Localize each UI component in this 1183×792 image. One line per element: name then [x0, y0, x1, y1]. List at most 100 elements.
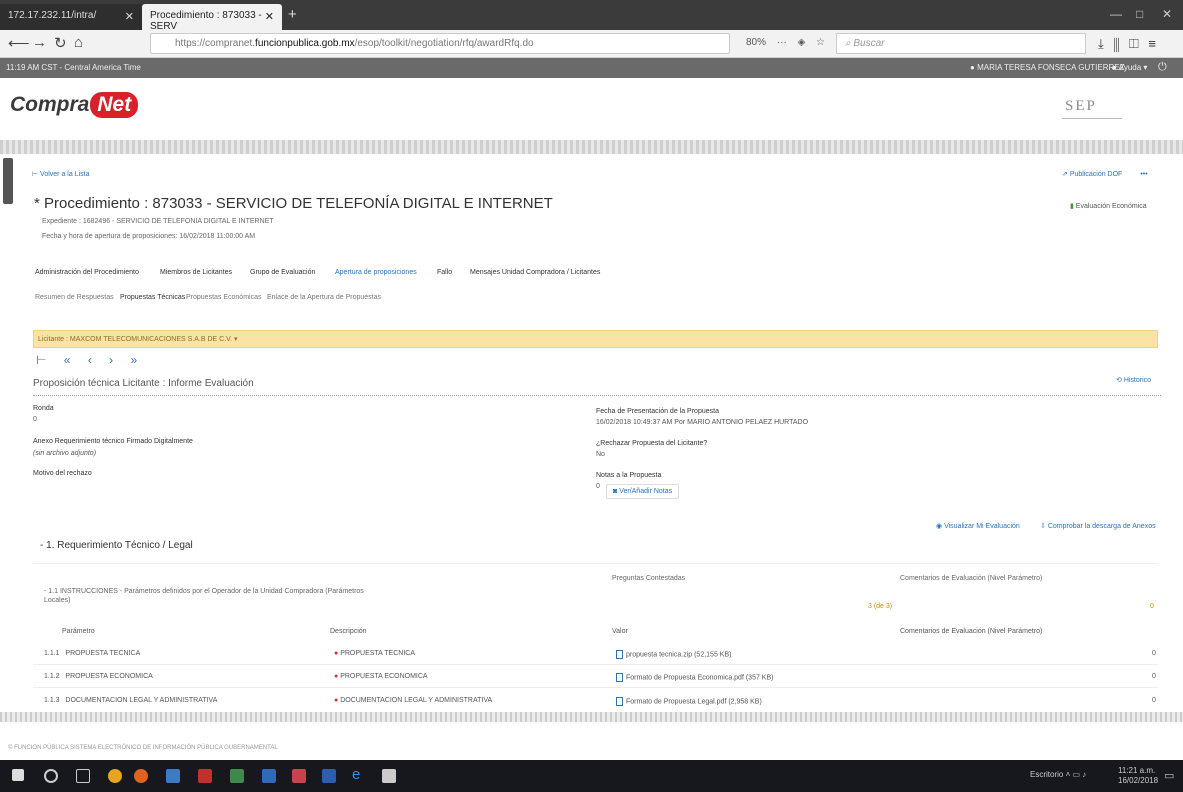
subtab-resumen[interactable]: Resumen de Respuestas — [35, 294, 114, 301]
taskbar-clock[interactable]: 11:21 a.m. 16/02/2018 — [1118, 766, 1158, 786]
logo-text: Compra — [10, 93, 90, 116]
toolbar-icons[interactable]: ⤓ ⫼ ◫ ≡ — [1098, 36, 1156, 52]
column-header-descripcion: Descripción — [330, 628, 367, 635]
home-icon[interactable]: ⌂ — [74, 34, 83, 51]
attachment-link[interactable]: Formato de Propuesta Legal.pdf (2,958 KB… — [616, 697, 762, 706]
new-tab-icon[interactable]: + — [288, 6, 297, 23]
subtab-tecnicas[interactable]: Propuestas Técnicas — [120, 294, 185, 301]
user-menu[interactable]: ● MARIA TERESA FONSECA GUTIERREZ — [970, 63, 1125, 72]
tab-fallo[interactable]: Fallo — [437, 269, 452, 276]
licitante-selector[interactable]: Licitante : MAXCOM TELECOMUNICACIONES S.… — [38, 335, 238, 343]
economic-evaluation-link[interactable]: ▮ Evaluación Económica — [1070, 202, 1147, 210]
back-to-list-link[interactable]: ⊢ Volver a la Lista — [32, 170, 89, 178]
edge-icon[interactable]: e — [352, 766, 366, 783]
file-explorer-icon[interactable] — [166, 769, 180, 783]
minimize-icon[interactable]: — — [1110, 7, 1122, 21]
subtab-economicas[interactable]: Propuestas Económicas — [186, 294, 261, 301]
comments-label: Comentarios de Evaluación (Nivel Parámet… — [900, 575, 1043, 582]
table-row: 1.1.3 DOCUMENTACION LEGAL Y ADMINISTRATI… — [44, 697, 217, 704]
next-icon[interactable]: › — [109, 353, 113, 367]
help-menu[interactable]: ● Ayuda ▾ — [1112, 63, 1147, 72]
user-name: MARIA TERESA FONSECA GUTIERREZ — [977, 63, 1125, 72]
notifications-icon[interactable]: ▭ — [1164, 769, 1174, 782]
reload-icon[interactable]: ↻ — [54, 34, 67, 52]
acrobat-icon[interactable] — [198, 769, 212, 783]
url-bar[interactable]: https://compranet.funcionpublica.gob.mx/… — [150, 33, 730, 54]
check-downloads-label: Comprobar la descarga de Anexos — [1047, 523, 1156, 530]
comments-value: 0 — [1150, 603, 1154, 610]
tab-administracion[interactable]: Administración del Procedimiento — [35, 269, 139, 276]
publish-dof-link[interactable]: ⇗ Publicación DOF ••• — [1062, 170, 1148, 178]
url-path: /esop/toolkit/negotiation/rfq/awardRfq.d… — [354, 38, 534, 49]
prev-icon[interactable]: ‹ — [88, 353, 92, 367]
excel-icon[interactable] — [230, 769, 244, 783]
close-tab-icon[interactable]: ✕ — [125, 10, 134, 23]
url-prefix: https://compranet. — [175, 38, 256, 49]
tab-apertura[interactable]: Apertura de proposiciones — [335, 269, 417, 276]
attachment-name: Formato de Propuesta Legal.pdf (2,958 KB… — [626, 698, 762, 706]
url-actions[interactable]: 80% ··· ◈ ☆ — [746, 37, 825, 48]
row-description: ● PROPUESTA TECNICA — [334, 650, 415, 657]
browser-tab-2[interactable]: Procedimiento : 873033 - SERV ✕ — [142, 4, 282, 32]
attachment-link[interactable]: propuesta tecnica.zip (52,155 KB) — [616, 650, 731, 659]
forward-icon[interactable]: → — [32, 34, 47, 51]
pager: ⊢ « ‹ › » — [36, 353, 137, 367]
view-evaluation-link[interactable]: ◉ Visualizar Mi Evaluación — [936, 522, 1020, 530]
file-icon — [616, 697, 623, 706]
row-number: 1.1.3 — [44, 697, 60, 704]
browser-tab-1[interactable]: 172.17.232.11/intra/ ✕ — [0, 4, 142, 30]
ronda-value: 0 — [33, 416, 37, 423]
table-row: 1.1.1 PROPUESTA TECNICA — [44, 650, 140, 657]
search-placeholder: Buscar — [853, 38, 885, 49]
requirement-title: 1. Requerimiento Técnico / Legal — [46, 540, 193, 551]
section-1-1-title: 1.1 INSTRUCCIONES - Parámetros definidos… — [44, 588, 364, 604]
section-1-1[interactable]: - 1.1 INSTRUCCIONES - Parámetros definid… — [44, 587, 364, 605]
app-icon[interactable] — [382, 769, 396, 783]
attachment-link[interactable]: Formato de Propuesta Economica.pdf (357 … — [616, 673, 773, 682]
history-link[interactable]: ⟲ Historico — [1116, 376, 1151, 384]
powerpoint-icon[interactable] — [292, 769, 306, 783]
check-downloads-link[interactable]: ⇩ Comprobar la descarga de Anexos — [1040, 522, 1156, 530]
word-icon[interactable] — [322, 769, 336, 783]
side-handle[interactable] — [3, 158, 13, 204]
back-icon[interactable]: ⟵ — [8, 34, 30, 52]
power-icon[interactable]: ⏻ — [1158, 61, 1167, 74]
back-label: Volver a la Lista — [40, 171, 90, 178]
search-icon[interactable] — [44, 769, 58, 783]
close-window-icon[interactable]: ✕ — [1162, 7, 1172, 21]
attachment-name: propuesta tecnica.zip (52,155 KB) — [626, 651, 732, 659]
row-description-text: PROPUESTA TECNICA — [340, 650, 415, 657]
answered-label: Preguntas Contestadas — [612, 575, 686, 582]
chrome-icon[interactable] — [108, 769, 122, 783]
answered-value: 3 (de 3) — [868, 603, 893, 610]
tab-grupo-evaluacion[interactable]: Grupo de Evaluación — [250, 269, 315, 276]
first-page-icon[interactable]: ⊢ — [36, 353, 46, 367]
column-header-parametro: Parámetro — [62, 628, 95, 635]
app-status-bar: 11:19 AM CST - Central America Time ● MA… — [0, 58, 1183, 78]
system-tray[interactable]: Escritorio ˄ ▭ ♪ — [1030, 770, 1086, 779]
close-tab-icon[interactable]: ✕ — [265, 10, 274, 23]
subtab-enlace[interactable]: Enlace de la Apertura de Propuestas — [267, 294, 381, 301]
divider — [33, 563, 1158, 564]
search-input[interactable]: ⌕ Buscar — [836, 33, 1086, 54]
start-icon[interactable] — [12, 769, 24, 781]
requirement-heading[interactable]: - 1. Requerimiento Técnico / Legal — [40, 540, 193, 551]
notes-count: 0 — [596, 483, 600, 490]
firefox-icon[interactable] — [134, 769, 148, 783]
time-zone-label: 11:19 AM CST - Central America Time — [6, 63, 141, 72]
url-domain: funcionpublica.gob.mx — [255, 38, 355, 49]
compranet-logo: Compra Net — [10, 92, 139, 118]
procedure-title: Procedimiento : 873033 - SERVICIO DE TEL… — [44, 195, 553, 212]
next-fast-icon[interactable]: » — [131, 353, 138, 367]
task-view-icon[interactable] — [76, 769, 90, 783]
tab-mensajes[interactable]: Mensajes Unidad Compradora / Licitantes — [470, 269, 600, 276]
maximize-icon[interactable]: □ — [1136, 7, 1143, 21]
prev-fast-icon[interactable]: « — [64, 353, 71, 367]
tab-title: Procedimiento : 873033 - SERV — [150, 10, 262, 32]
add-notes-label: Ver/Añadir Notas — [619, 488, 673, 495]
sep-logo: SEP — [1065, 98, 1097, 114]
add-notes-button[interactable]: ◙ Ver/Añadir Notas — [606, 484, 680, 499]
row-parameter: DOCUMENTACION LEGAL Y ADMINISTRATIVA — [65, 697, 218, 704]
tab-miembros[interactable]: Miembros de Licitantes — [160, 269, 232, 276]
outlook-icon[interactable] — [262, 769, 276, 783]
